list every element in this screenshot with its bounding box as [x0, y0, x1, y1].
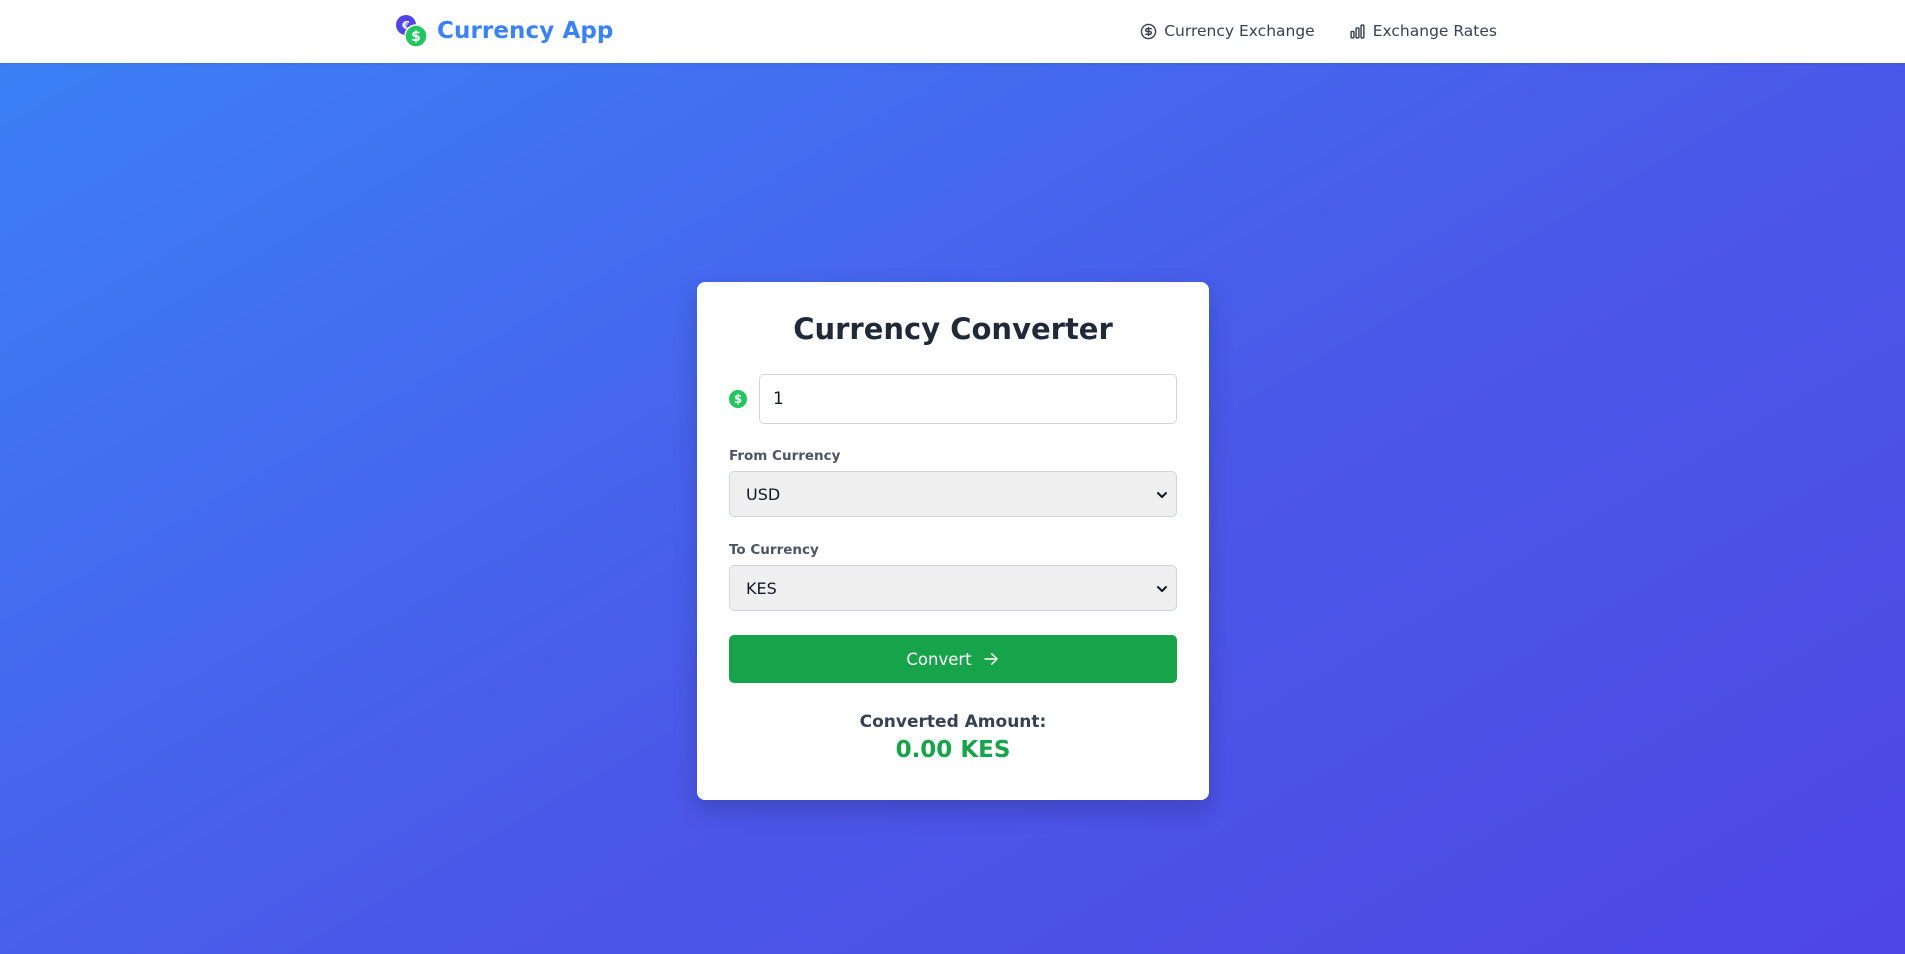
chevron-down-icon — [1157, 586, 1167, 592]
to-currency-select[interactable]: KES — [729, 565, 1177, 611]
brand-link[interactable]: € $ Currency App — [393, 13, 613, 49]
to-currency-label: To Currency — [729, 542, 819, 558]
arrow-right-icon — [983, 653, 998, 665]
page-title: Currency Converter — [793, 312, 1113, 346]
to-currency-value: KES — [746, 579, 777, 598]
from-currency-select[interactable]: USD — [729, 471, 1177, 517]
nav-exchange-rates-label: Exchange Rates — [1372, 22, 1497, 40]
from-currency-label: From Currency — [729, 448, 841, 464]
app-title: Currency App — [437, 18, 614, 44]
dollar-circle-icon — [1140, 23, 1157, 39]
amount-input[interactable] — [759, 374, 1177, 424]
from-currency-value: USD — [746, 485, 781, 504]
converted-amount: 0.00 KES — [895, 737, 1011, 763]
top-navbar: € $ Currency App Currency Exchange Excha… — [0, 0, 1905, 63]
svg-text:$: $ — [411, 29, 421, 45]
converter-card: Currency Converter $ From Currency USD T… — [697, 282, 1209, 800]
nav-links: Currency Exchange Exchange Rates — [1140, 18, 1497, 44]
chevron-down-icon — [1157, 492, 1167, 498]
nav-exchange-rates[interactable]: Exchange Rates — [1349, 22, 1497, 40]
amount-row: $ — [729, 374, 1177, 424]
dollar-circle-icon: $ — [729, 390, 747, 408]
result-label: Converted Amount: — [859, 712, 1047, 732]
convert-button-label: Convert — [906, 649, 972, 669]
coins-icon: € $ — [396, 15, 428, 48]
convert-button[interactable]: Convert — [729, 635, 1177, 683]
bar-chart-icon — [1350, 23, 1365, 39]
nav-currency-exchange[interactable]: Currency Exchange — [1140, 22, 1315, 40]
nav-currency-exchange-label: Currency Exchange — [1164, 22, 1315, 40]
